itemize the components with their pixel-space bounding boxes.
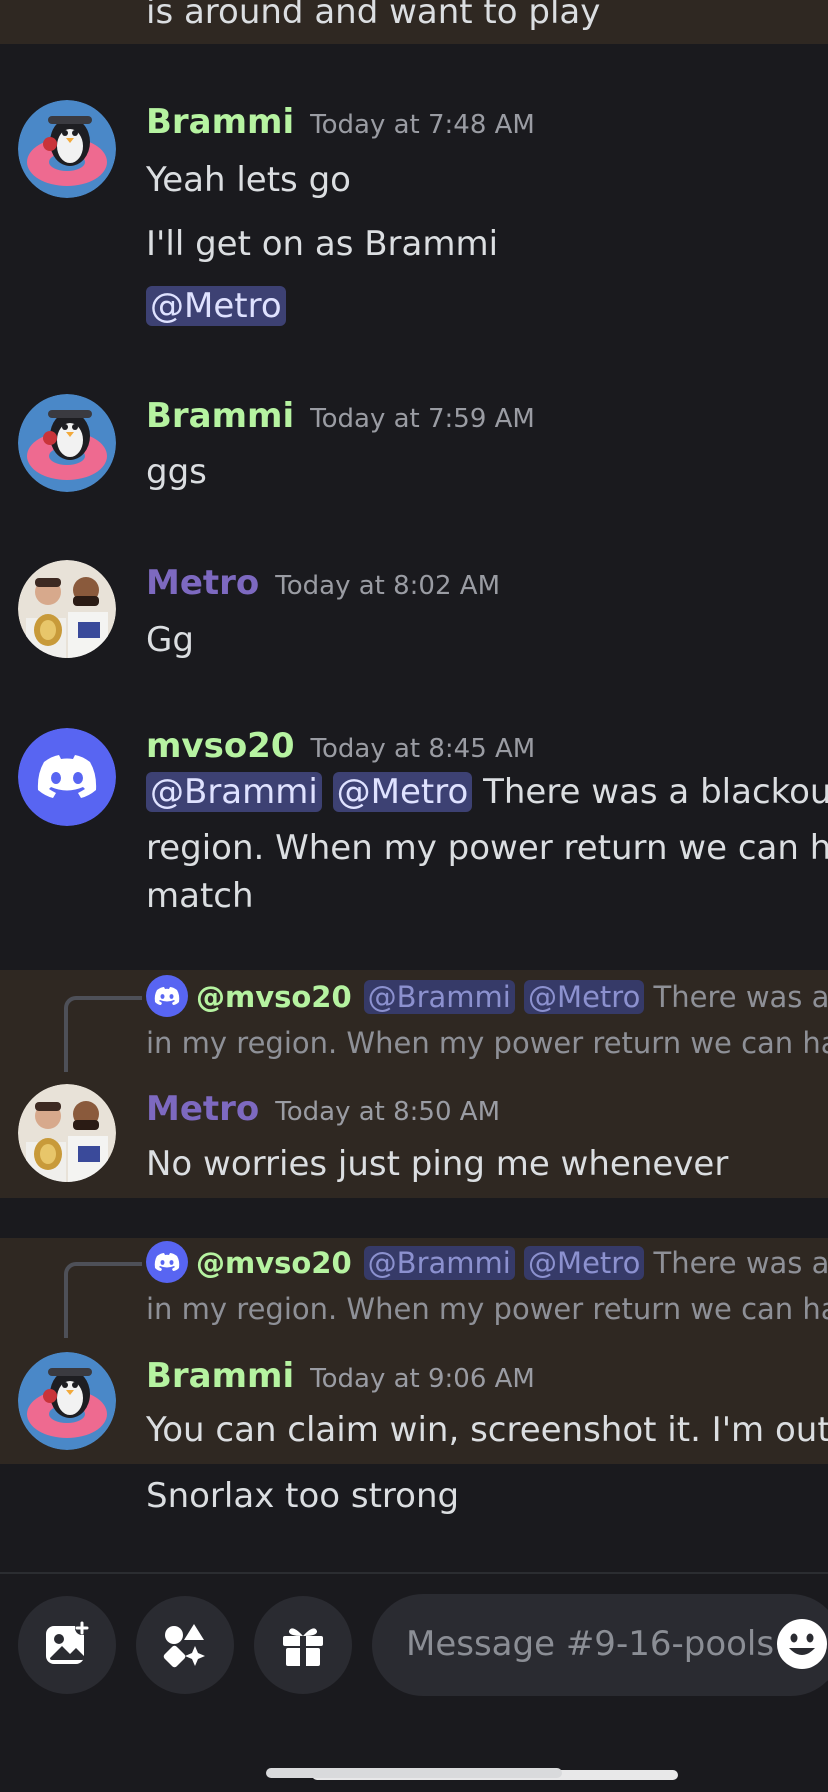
message-text: region. When my power return we can hav <box>146 828 828 868</box>
message-text: No worries just ping me whenever <box>146 1144 729 1184</box>
emoji-icon[interactable] <box>776 1618 828 1670</box>
reply-text: There was a b <box>653 1246 828 1280</box>
message-header: Brammi Today at 7:48 AM <box>146 102 535 142</box>
timestamp: Today at 8:45 AM <box>310 734 536 764</box>
username-brammi[interactable]: Brammi <box>146 396 294 436</box>
reply-connector <box>64 996 142 1072</box>
message-text: match <box>146 876 254 916</box>
reply-username[interactable]: @mvso20 <box>196 980 352 1014</box>
message-text: @Brammi @Metro There was a blackout <box>146 772 828 812</box>
timestamp: Today at 9:06 AM <box>310 1364 535 1394</box>
reply-username[interactable]: @mvso20 <box>196 1246 352 1280</box>
username-metro[interactable]: Metro <box>146 563 259 603</box>
discord-icon <box>146 975 188 1017</box>
message-header: Metro Today at 8:02 AM <box>146 563 500 603</box>
message-header: mvso20 Today at 8:45 AM <box>146 726 535 766</box>
mention-metro: @Metro <box>524 980 645 1014</box>
composer-divider <box>0 1572 828 1574</box>
timestamp: Today at 8:50 AM <box>275 1097 501 1127</box>
brammi-avatar[interactable] <box>18 394 116 492</box>
image-upload-button[interactable] <box>18 1596 116 1694</box>
reply-preview[interactable]: @mvso20 @Brammi @Metro There was a b <box>146 975 828 1020</box>
message-header: Brammi Today at 9:06 AM <box>146 1356 535 1396</box>
username-mvso20[interactable]: mvso20 <box>146 726 295 766</box>
mention-brammi: @Brammi <box>363 980 515 1014</box>
reply-connector <box>64 1262 142 1338</box>
timestamp: Today at 7:48 AM <box>310 110 535 140</box>
message-text-part: There was a blackout <box>483 772 828 812</box>
brammi-avatar[interactable] <box>18 100 116 198</box>
reply-text[interactable]: in my region. When my power return we ca… <box>146 1026 828 1060</box>
message-mention-line: @Metro <box>146 286 286 326</box>
username-brammi[interactable]: Brammi <box>146 1356 294 1396</box>
username-brammi[interactable]: Brammi <box>146 102 294 142</box>
mention-metro[interactable]: @Metro <box>146 286 286 326</box>
metro-avatar[interactable] <box>18 1084 116 1182</box>
message-header: Brammi Today at 7:59 AM <box>146 396 535 436</box>
reply-preview[interactable]: @mvso20 @Brammi @Metro There was a b <box>146 1241 828 1286</box>
username-metro[interactable]: Metro <box>146 1089 259 1129</box>
image-icon <box>46 1621 89 1664</box>
message-text: ggs <box>146 452 207 492</box>
chat-screen: is around and want to play Brammi Today a… <box>0 0 828 1792</box>
discord-icon <box>146 1241 188 1283</box>
reply-text: There was a b <box>653 980 828 1014</box>
gift-button[interactable] <box>254 1596 352 1694</box>
message-text: is around and want to play <box>146 0 601 32</box>
apps-icon <box>163 1624 205 1668</box>
message-text: I'll get on as Brammi <box>146 224 499 264</box>
message-text: Gg <box>146 620 194 660</box>
message-header: Metro Today at 8:50 AM <box>146 1089 500 1129</box>
timestamp: Today at 8:02 AM <box>275 571 501 601</box>
timestamp: Today at 7:59 AM <box>310 404 535 434</box>
metro-avatar[interactable] <box>18 560 116 658</box>
mvso20-avatar[interactable] <box>18 728 116 826</box>
mention-metro[interactable]: @Metro <box>332 772 473 812</box>
message-input[interactable]: Message #9-16-pools <box>372 1594 828 1696</box>
apps-button[interactable] <box>136 1596 234 1694</box>
mention-brammi: @Brammi <box>363 1246 515 1280</box>
message-input-placeholder: Message #9-16-pools <box>406 1624 775 1664</box>
message-text: You can claim win, screenshot it. I'm ou… <box>146 1410 828 1450</box>
reply-text[interactable]: in my region. When my power return we ca… <box>146 1292 828 1326</box>
home-indicator[interactable] <box>266 1768 562 1778</box>
brammi-avatar[interactable] <box>18 1352 116 1450</box>
mention-metro: @Metro <box>524 1246 645 1280</box>
mention-brammi[interactable]: @Brammi <box>146 772 322 812</box>
message-text: Yeah lets go <box>146 160 351 200</box>
gift-icon <box>283 1628 323 1666</box>
message-text: Snorlax too strong <box>146 1476 460 1516</box>
